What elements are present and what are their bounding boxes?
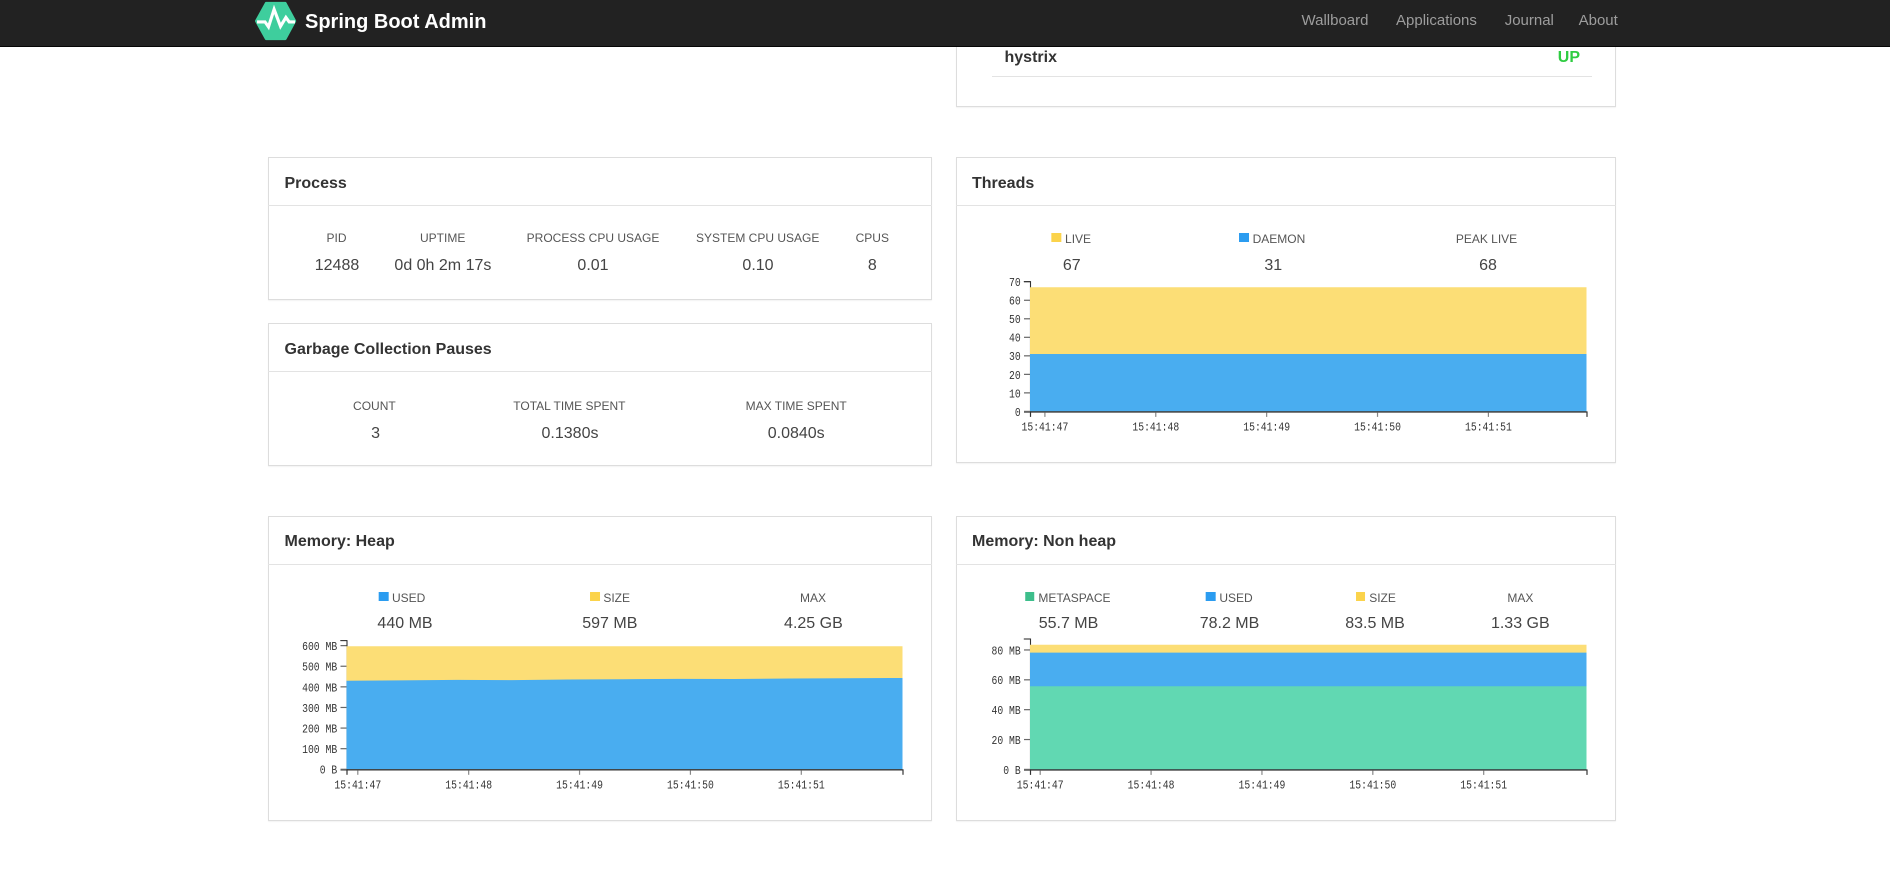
svg-text:15:41:48: 15:41:48 (445, 779, 492, 792)
svg-text:15:41:51: 15:41:51 (1460, 780, 1507, 793)
svg-text:15:41:50: 15:41:50 (1349, 780, 1396, 793)
svg-text:15:41:48: 15:41:48 (1132, 422, 1179, 435)
svg-text:15:41:51: 15:41:51 (1465, 422, 1512, 435)
svg-text:15:41:49: 15:41:49 (556, 779, 603, 792)
svg-text:30: 30 (1009, 351, 1021, 364)
svg-text:20: 20 (1009, 370, 1021, 383)
svg-text:15:41:47: 15:41:47 (1017, 780, 1064, 793)
svg-text:600 MB: 600 MB (302, 641, 337, 654)
svg-text:15:41:50: 15:41:50 (1354, 422, 1401, 435)
svg-text:500 MB: 500 MB (302, 662, 337, 675)
svg-text:15:41:50: 15:41:50 (667, 779, 714, 792)
svg-text:0 B: 0 B (1003, 765, 1021, 778)
svg-text:40: 40 (1009, 333, 1021, 346)
svg-text:15:41:51: 15:41:51 (778, 779, 825, 792)
svg-text:60 MB: 60 MB (992, 675, 1021, 688)
svg-text:15:41:47: 15:41:47 (334, 779, 381, 792)
svg-text:10: 10 (1009, 388, 1021, 401)
svg-text:70: 70 (1009, 277, 1021, 290)
svg-text:0: 0 (1015, 407, 1021, 420)
svg-text:300 MB: 300 MB (302, 703, 337, 716)
svg-text:400 MB: 400 MB (302, 682, 337, 695)
svg-text:0 B: 0 B (320, 765, 338, 778)
svg-text:50: 50 (1009, 314, 1021, 327)
svg-text:40 MB: 40 MB (992, 705, 1021, 718)
svg-text:20 MB: 20 MB (992, 735, 1021, 748)
svg-text:60: 60 (1009, 296, 1021, 309)
svg-text:80 MB: 80 MB (992, 645, 1021, 658)
svg-text:15:41:48: 15:41:48 (1128, 780, 1175, 793)
svg-text:15:41:49: 15:41:49 (1239, 780, 1286, 793)
svg-text:200 MB: 200 MB (302, 723, 337, 736)
svg-text:15:41:49: 15:41:49 (1243, 422, 1290, 435)
svg-text:15:41:47: 15:41:47 (1022, 422, 1069, 435)
svg-text:100 MB: 100 MB (302, 744, 337, 757)
